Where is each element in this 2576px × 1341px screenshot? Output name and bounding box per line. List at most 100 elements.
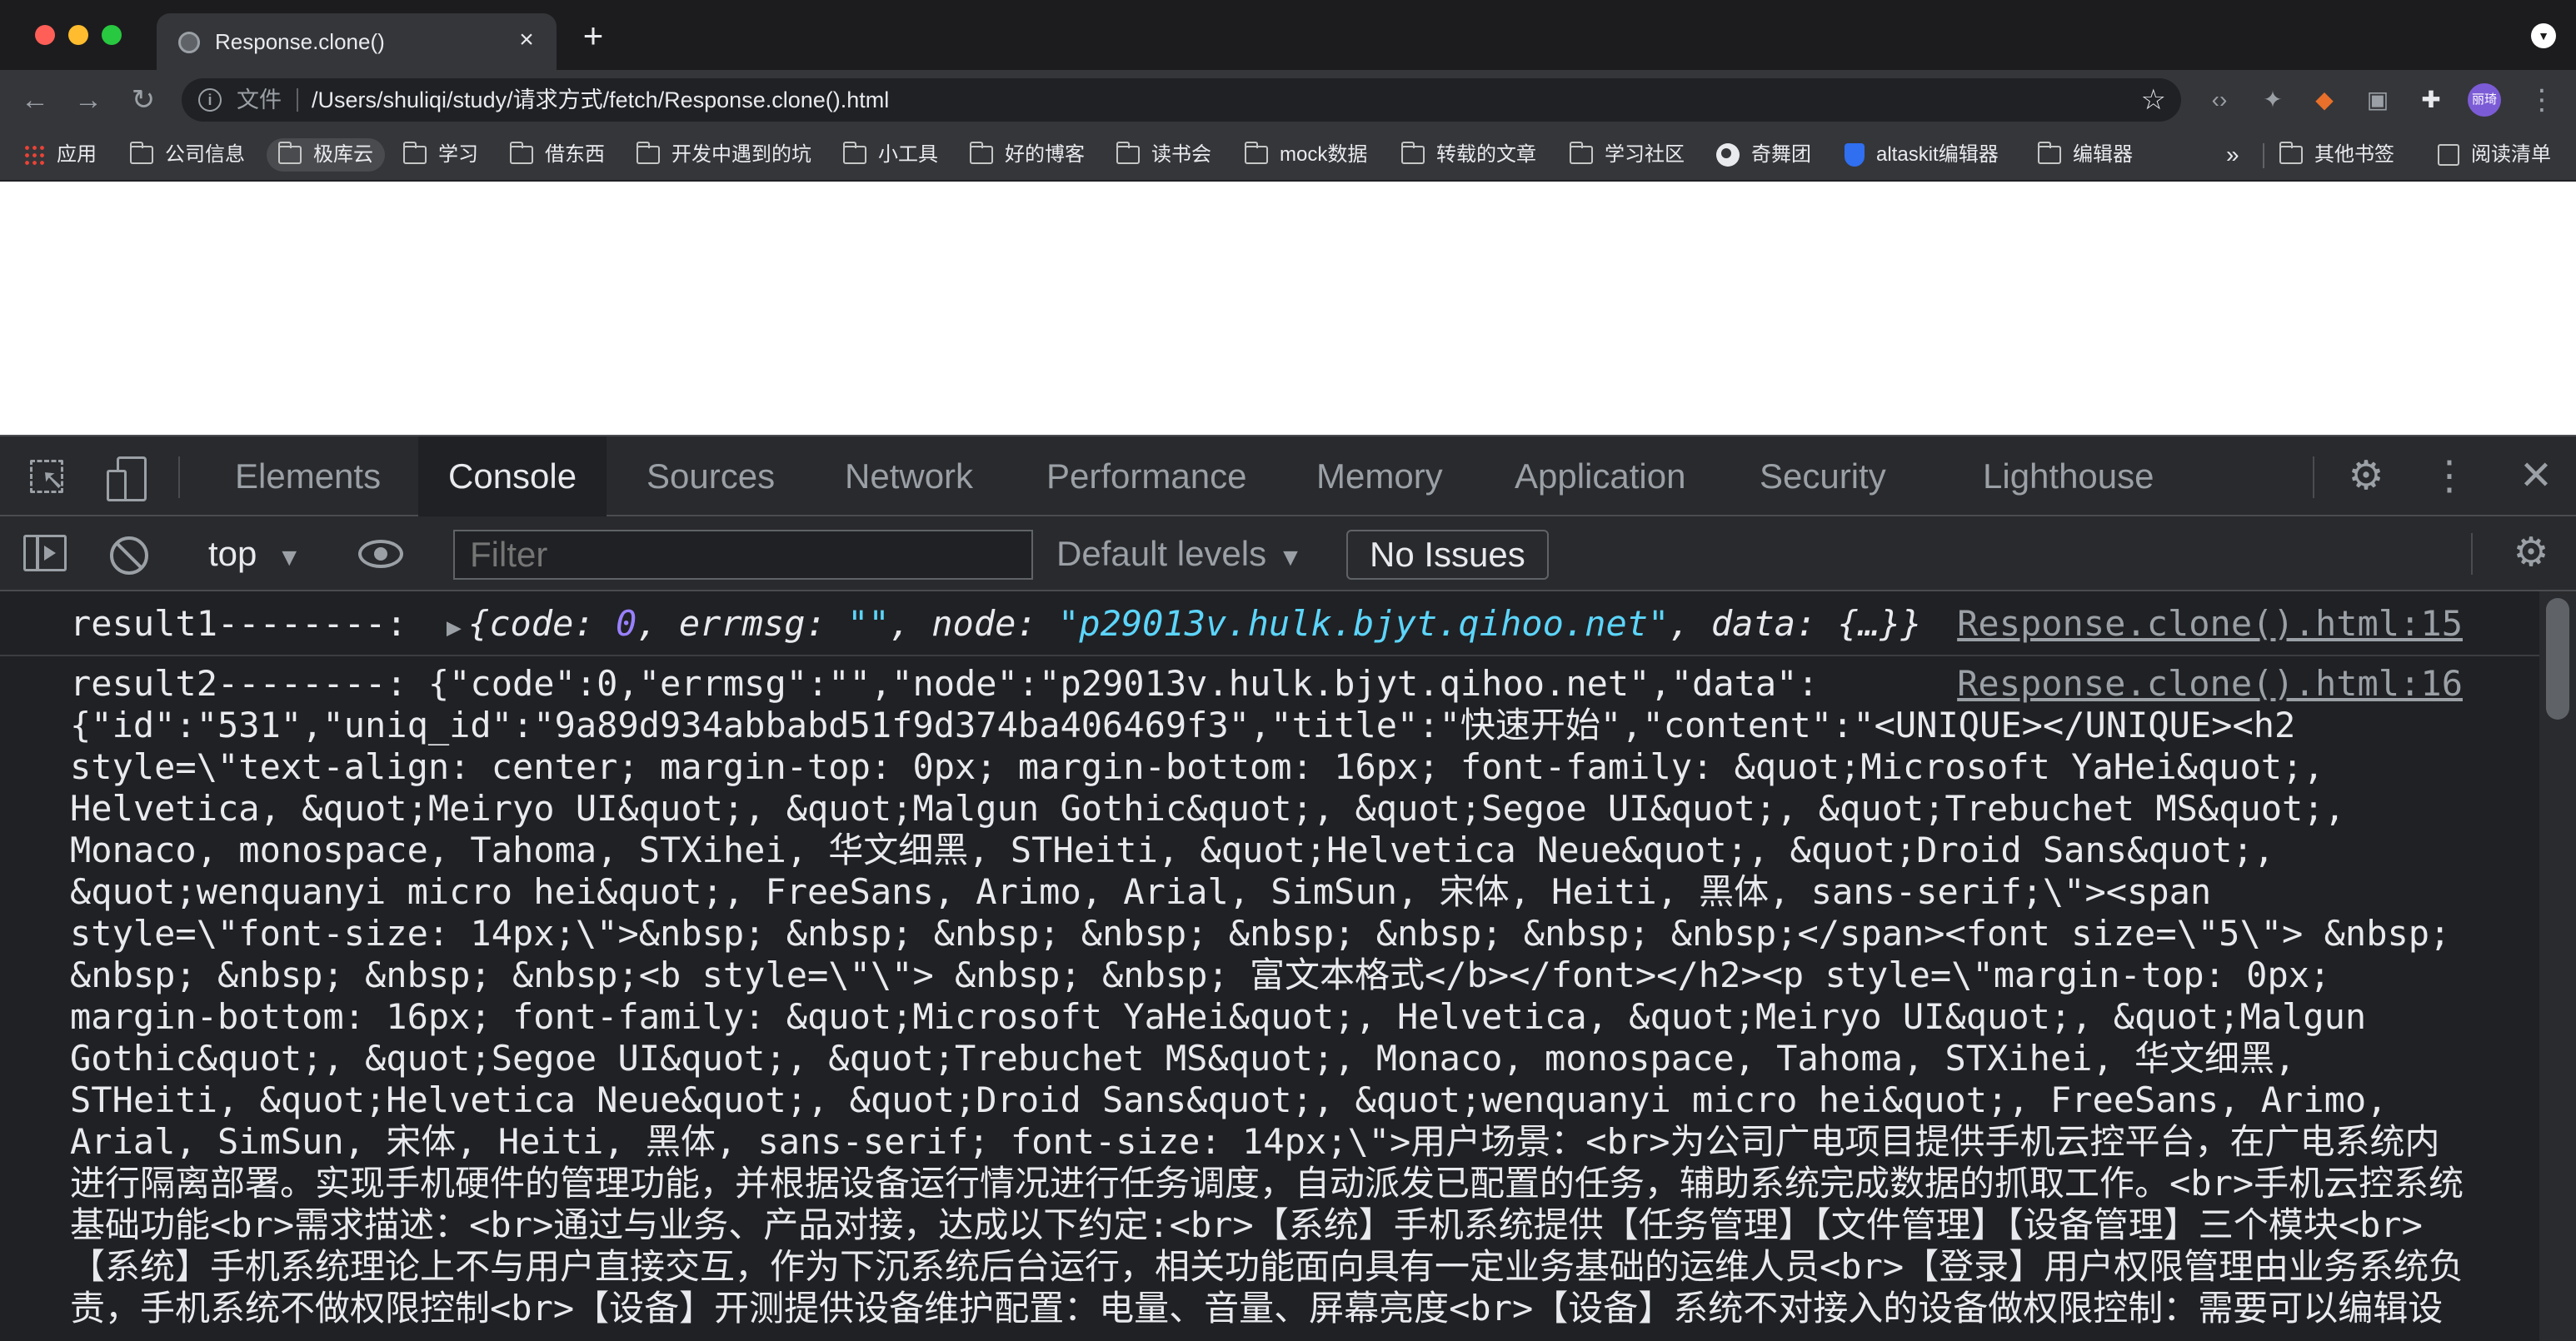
close-icon[interactable]: × [512,25,542,55]
clear-console-icon[interactable] [110,536,148,575]
folder-icon [1400,142,1425,164]
extension-icon[interactable]: ▣ [2363,85,2393,115]
bookmark-link[interactable]: 奇舞团 [1716,138,1811,172]
bookmark-label: 小工具 [878,143,938,166]
context-value: top [208,534,257,573]
log-levels-dropdown[interactable]: Default levels ▼ [1056,531,1303,576]
object-preview[interactable]: {code: 0, errmsg: "", node: "p29013v.hul… [468,603,1922,644]
chevron-down-icon[interactable]: ▼ [2531,23,2556,48]
bookmark-folder[interactable]: 好的博客 [969,138,1085,172]
tab-network[interactable]: Network [815,436,1003,516]
inspect-element-icon[interactable] [25,453,72,500]
bookmark-label: 编辑器 [2073,143,2133,166]
issues-button[interactable]: No Issues [1346,530,1549,580]
puzzle-extension-icon[interactable]: ✦ [2258,85,2288,115]
new-tab-button[interactable]: + [577,18,610,53]
url-text[interactable]: /Users/shuliqi/study/请求方式/fetch/Response… [312,87,889,113]
back-arrow-icon[interactable]: ← [17,82,53,118]
bookmark-label: 借东西 [545,143,605,166]
divider [2313,456,2314,498]
bookmark-folder[interactable]: 开发中遇到的坑 [636,138,811,172]
star-icon[interactable]: ☆ [2141,83,2166,117]
bookmark-label: 转载的文章 [1436,143,1536,166]
tab-lighthouse[interactable]: Lighthouse [1953,436,2184,516]
source-link[interactable]: Response.clone().html:15 [1939,603,2463,645]
tab-console[interactable]: Console [418,436,607,516]
tab-application[interactable]: Application [1485,436,1715,516]
divider [2263,143,2264,168]
tab-security[interactable]: Security [1730,436,1916,516]
dropdown-arrow-icon: ▼ [1278,544,1303,571]
bookmark-folder[interactable]: 读书会 [1116,138,1211,172]
folder-icon [129,142,153,164]
console-output[interactable]: result1--------: ▶ {code: 0, errmsg: "", … [0,591,2539,1341]
expand-triangle-icon[interactable]: ▶ [447,613,462,642]
bookmarks-bar: 应用 公司信息 极库云 学习 借东西 开发中遇到的坑 小工具 好的博客 读书会 … [0,130,2576,182]
reload-icon[interactable]: ↻ [125,82,162,118]
bookmark-folder[interactable]: 编辑器 [2037,138,2133,172]
code-icon[interactable]: ‹› [2204,85,2234,115]
device-toolbar-icon[interactable] [102,453,148,501]
folder-icon [2279,142,2303,164]
bookmark-label: 开发中遇到的坑 [671,143,811,166]
scrollbar-thumb[interactable] [2546,598,2569,720]
show-sidebar-icon[interactable] [23,535,67,571]
info-icon[interactable]: i [198,88,222,112]
bookmark-link[interactable]: altaskit编辑器 [1845,138,1999,172]
bookmark-folder[interactable]: 借东西 [509,138,605,172]
minimize-window-button[interactable] [68,25,88,45]
other-bookmarks[interactable]: 其他书签 [2279,138,2394,172]
tab-elements[interactable]: Elements [205,436,411,516]
tab-performance[interactable]: Performance [1016,436,1276,516]
address-bar[interactable]: i 文件 /Users/shuliqi/study/请求方式/fetch/Res… [182,78,2181,122]
more-vert-icon[interactable]: ⋮ [2428,455,2471,498]
divider [2471,533,2473,575]
globe-icon [1716,143,1740,167]
bookmark-label: 好的博客 [1005,143,1085,166]
filter-input[interactable] [453,530,1033,580]
close-icon[interactable]: ✕ [2514,455,2558,498]
bookmark-label: 极库云 [313,143,373,166]
tab-memory[interactable]: Memory [1286,436,1473,516]
console-toolbar: top ▼ Default levels ▼ No Issues ⚙ [0,516,2576,591]
tab-sources[interactable]: Sources [617,436,805,516]
bookmark-folder[interactable]: 公司信息 [129,138,245,172]
bookmark-folder[interactable]: 转载的文章 [1400,138,1536,172]
reading-list[interactable]: 阅读清单 [2438,138,2551,172]
bookmark-apps[interactable]: 应用 [23,138,97,172]
profile-avatar[interactable]: 丽琦 [2468,83,2501,117]
tab-strip: Response.clone() × + ▼ [0,0,2576,70]
browser-toolbar: ← → ↻ i 文件 /Users/shuliqi/study/请求方式/fet… [0,70,2576,130]
maximize-window-button[interactable] [102,25,122,45]
folder-icon [1116,142,1140,164]
more-vert-icon[interactable]: ⋮ [2528,82,2556,118]
bookmark-folder[interactable]: 小工具 [842,138,938,172]
bookmark-label: 其他书签 [2314,143,2394,166]
folder-icon [969,142,993,164]
levels-label: Default levels [1056,534,1267,573]
divider [297,88,298,112]
source-link[interactable]: Response.clone().html:16 [1939,663,2463,705]
gitlab-icon[interactable]: ◆ [2309,85,2339,115]
bookmark-folder[interactable]: mock数据 [1244,138,1367,172]
close-window-button[interactable] [35,25,55,45]
console-scrollbar[interactable] [2539,591,2576,1341]
dropdown-arrow-icon: ▼ [277,544,302,571]
browser-tab[interactable]: Response.clone() × [157,13,557,70]
extensions-puzzle-icon[interactable]: ✚ [2416,85,2446,115]
tab-title: Response.clone() [215,29,385,54]
settings-gear-icon[interactable]: ⚙ [2344,455,2388,498]
file-scheme-label: 文件 [237,87,282,112]
bookmark-folder[interactable]: 学习 [402,138,478,172]
context-selector[interactable]: top ▼ [208,531,302,576]
console-settings-gear-icon[interactable]: ⚙ [2509,531,2553,575]
eye-icon[interactable] [358,540,403,568]
bookmark-label: 奇舞团 [1751,143,1811,166]
folder-icon [402,142,427,164]
devtools-tabbar: Elements Console Sources Network Perform… [0,436,2576,516]
bookmark-folder[interactable]: 学习社区 [1569,138,1685,172]
bookmark-folder[interactable]: 极库云 [267,138,385,172]
console-message: result1--------: ▶ {code: 0, errmsg: "", … [0,591,2539,656]
forward-arrow-icon[interactable]: → [70,82,107,118]
bookmarks-overflow-button[interactable]: » [2226,138,2239,172]
